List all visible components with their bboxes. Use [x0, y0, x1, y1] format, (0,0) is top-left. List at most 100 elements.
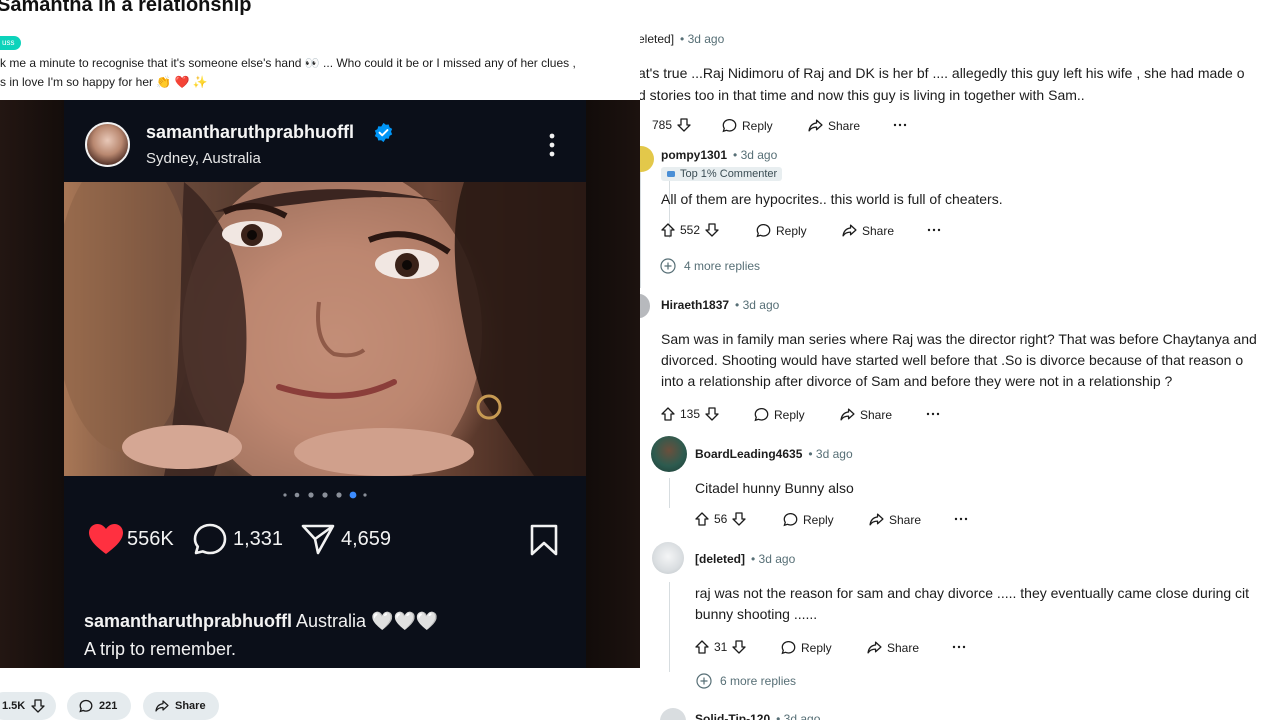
- post-flair[interactable]: uss: [0, 36, 21, 50]
- instagram-screenshot-card: samantharuthprabhuoffl Sydney, Australia: [64, 100, 586, 668]
- reply-button[interactable]: Reply: [722, 118, 773, 133]
- comment-author[interactable]: eleted]: [640, 32, 674, 46]
- share-button[interactable]: Share: [842, 223, 894, 238]
- upvote-icon[interactable]: [695, 512, 709, 526]
- image-blur-left: [0, 100, 64, 668]
- post-share-label: Share: [175, 700, 206, 712]
- comment-vote-control[interactable]: 135: [661, 407, 719, 421]
- reply-icon: [783, 512, 798, 527]
- more-replies-button[interactable]: 4 more replies: [660, 258, 760, 274]
- post-comments-button[interactable]: 221: [67, 692, 131, 720]
- thread-line: [669, 478, 670, 508]
- comment-vote-control[interactable]: 552: [661, 223, 719, 237]
- upvote-icon[interactable]: [661, 407, 675, 421]
- verified-badge-icon: [374, 122, 393, 143]
- comment-header: BoardLeading4635 • 3d ago: [695, 447, 853, 461]
- comment-header: eleted] • 3d ago: [640, 32, 724, 46]
- comment-header: Hiraeth1837 • 3d ago: [661, 298, 779, 312]
- comment-text-line: d stories too in that time and now this …: [640, 87, 1085, 103]
- reply-button[interactable]: Reply: [754, 407, 805, 422]
- share-icon: [808, 119, 823, 132]
- reply-button[interactable]: Reply: [756, 223, 807, 238]
- avatar[interactable]: [652, 542, 684, 574]
- share-label: Share: [828, 118, 861, 133]
- more-replies-button[interactable]: 6 more replies: [696, 673, 796, 689]
- downvote-icon[interactable]: [705, 407, 719, 421]
- comment-author[interactable]: BoardLeading4635: [695, 447, 802, 461]
- comment-vote-control[interactable]: 31: [695, 640, 747, 654]
- share-icon: [869, 513, 884, 526]
- share-button[interactable]: Share: [867, 640, 919, 655]
- post-vote-count: 1.5K: [2, 700, 26, 712]
- reply-button[interactable]: Reply: [783, 512, 834, 527]
- share-button[interactable]: Share: [869, 512, 921, 527]
- share-icon: [840, 408, 855, 421]
- instagram-caption-text: Australia 🤍🤍🤍: [292, 611, 439, 631]
- upvote-icon[interactable]: [661, 223, 675, 237]
- avatar[interactable]: [660, 708, 686, 720]
- comment-vote-count: 552: [680, 223, 701, 237]
- reply-button[interactable]: Reply: [781, 640, 832, 655]
- comment-author[interactable]: [deleted]: [695, 552, 745, 566]
- more-vertical-icon: [549, 133, 555, 157]
- comment-text-line: Sam was in family man series where Raj w…: [661, 331, 1257, 347]
- comment-header: [deleted] • 3d ago: [695, 552, 795, 566]
- downvote-icon[interactable]: [732, 512, 747, 526]
- carousel-dots: [283, 491, 367, 499]
- badge-icon: [667, 171, 675, 177]
- heart-icon: [89, 524, 123, 554]
- post-vote-control[interactable]: 1.5K: [0, 692, 56, 720]
- instagram-caption-username: samantharuthprabhuoffl: [84, 611, 293, 631]
- comment-overflow-button[interactable]: [926, 407, 940, 421]
- overflow-dots-icon: [954, 517, 968, 521]
- comment-vote-count: 56: [714, 512, 728, 526]
- comment-time: • 3d ago: [776, 712, 821, 720]
- comment-vote-count: 31: [714, 640, 728, 654]
- post-body-line-1: k me a minute to recognise that it's som…: [0, 56, 576, 70]
- instagram-photo: [64, 152, 586, 502]
- downvote-icon[interactable]: [732, 640, 747, 654]
- comment-author[interactable]: pompy1301: [661, 148, 727, 162]
- instagram-photo-illustration: [64, 152, 586, 502]
- avatar[interactable]: [640, 146, 654, 172]
- comment-author[interactable]: Hiraeth1837: [661, 298, 729, 312]
- comment-text-line: raj was not the reason for sam and chay …: [695, 585, 1250, 601]
- downvote-icon[interactable]: [677, 118, 691, 132]
- reply-icon: [754, 407, 769, 422]
- thread-line: [669, 582, 670, 672]
- comment-vote-control[interactable]: 785: [652, 118, 691, 132]
- overflow-dots-icon: [893, 123, 907, 127]
- comment-overflow-button[interactable]: [952, 640, 966, 654]
- downvote-icon[interactable]: [31, 699, 45, 713]
- upvote-icon[interactable]: [695, 640, 709, 654]
- comment-time: • 3d ago: [751, 552, 796, 566]
- avatar[interactable]: [651, 436, 687, 472]
- comment-overflow-button[interactable]: [954, 512, 968, 526]
- comment-bubble-icon: [193, 523, 227, 555]
- instagram-like-count: 556K: [127, 528, 174, 550]
- comment-vote-control[interactable]: 56: [695, 512, 747, 526]
- instagram-share-count: 4,659: [341, 528, 392, 550]
- post-share-button[interactable]: Share: [143, 692, 219, 720]
- instagram-avatar: [85, 122, 130, 167]
- comment-time: • 3d ago: [735, 298, 780, 312]
- instagram-comment-count: 1,331: [233, 528, 284, 550]
- downvote-icon[interactable]: [705, 223, 719, 237]
- share-button[interactable]: Share: [808, 118, 860, 133]
- bookmark-icon: [530, 524, 558, 556]
- avatar[interactable]: [640, 294, 650, 318]
- comment-text-line: into a relationship after divorce of Sam…: [661, 373, 1173, 389]
- share-button[interactable]: Share: [840, 407, 892, 422]
- overflow-dots-icon: [927, 228, 941, 232]
- comment-overflow-button[interactable]: [927, 223, 941, 237]
- comment-author[interactable]: Solid-Tip-120: [695, 712, 770, 720]
- commenter-badge: Top 1% Commenter: [661, 167, 783, 181]
- comment-overflow-button[interactable]: [893, 118, 907, 132]
- expand-plus-icon: [696, 673, 712, 689]
- comment-time: • 3d ago: [733, 148, 778, 162]
- reply-icon: [781, 640, 796, 655]
- share-label: Share: [862, 223, 895, 238]
- reply-label: Reply: [774, 407, 805, 422]
- more-replies-label: 4 more replies: [684, 259, 761, 273]
- reply-label: Reply: [742, 118, 773, 133]
